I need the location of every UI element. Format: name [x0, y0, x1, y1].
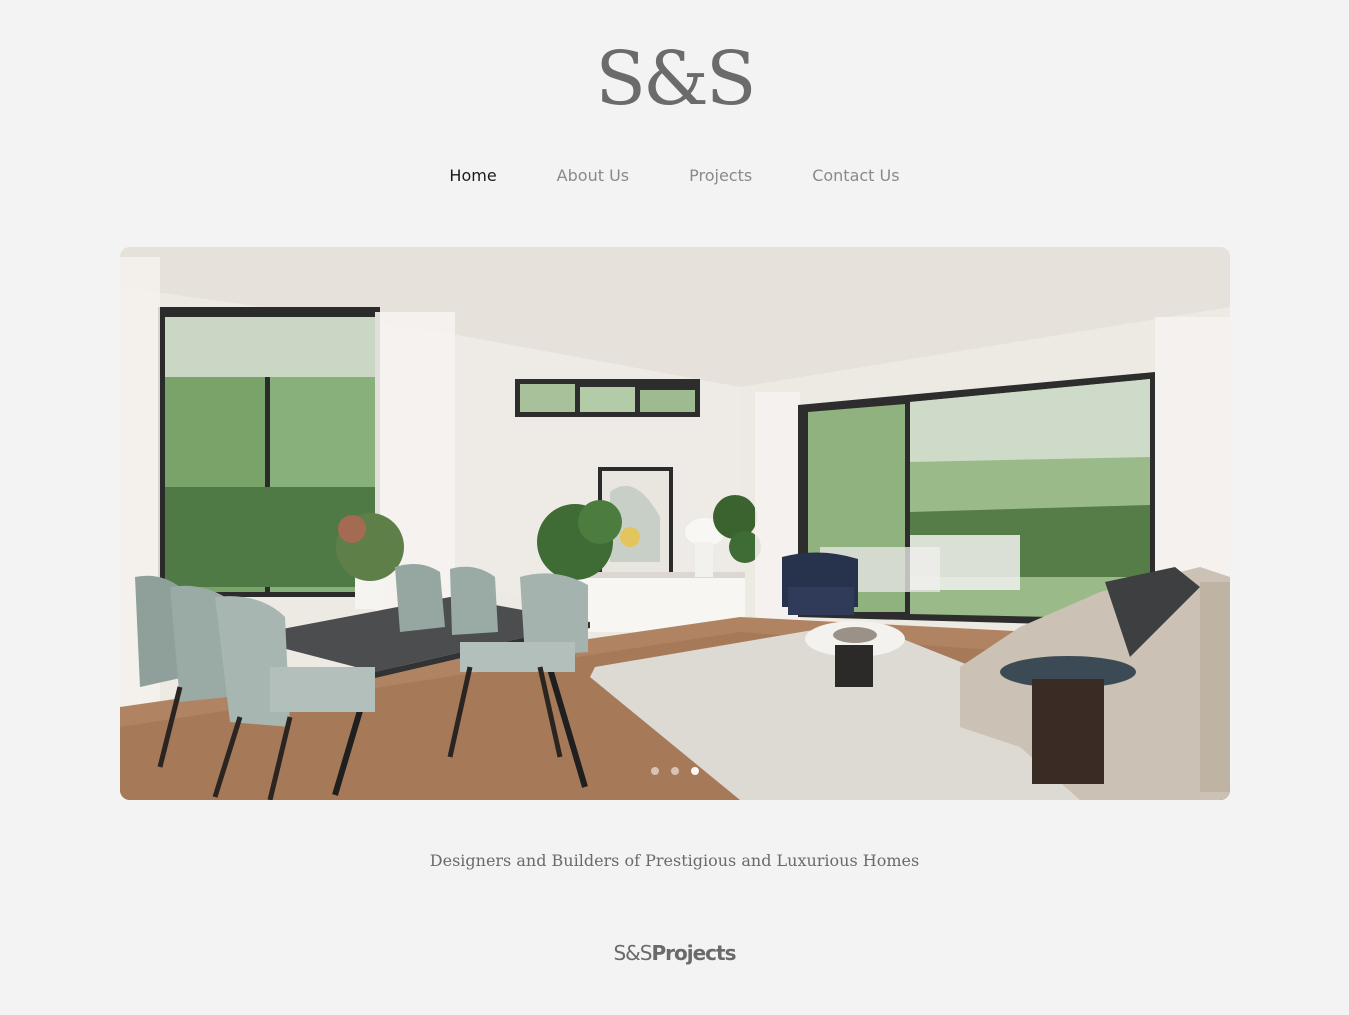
site-logo[interactable]: S&S — [595, 42, 756, 116]
slide-dot-1[interactable] — [651, 767, 659, 775]
nav-projects-link[interactable]: Projects — [689, 166, 752, 185]
hero-slider[interactable] — [120, 247, 1230, 800]
footer-brand-logo[interactable]: S&SProjects — [0, 941, 1349, 965]
page: S&S Home About Us Projects Contact Us De… — [0, 0, 1349, 1015]
slide-dot-2[interactable] — [671, 767, 679, 775]
footer-brand-bold: Projects — [651, 941, 736, 965]
footer-brand-light: S&S — [613, 941, 652, 965]
slide-dot-3[interactable] — [691, 767, 699, 775]
tagline: Designers and Builders of Prestigious an… — [429, 851, 920, 870]
main-nav: Home About Us Projects Contact Us — [0, 166, 1349, 185]
nav-about-link[interactable]: About Us — [557, 166, 629, 185]
nav-home-link[interactable]: Home — [449, 166, 496, 185]
nav-contact-link[interactable]: Contact Us — [812, 166, 899, 185]
slider-dots — [120, 767, 1230, 775]
hero-image — [120, 247, 1230, 800]
